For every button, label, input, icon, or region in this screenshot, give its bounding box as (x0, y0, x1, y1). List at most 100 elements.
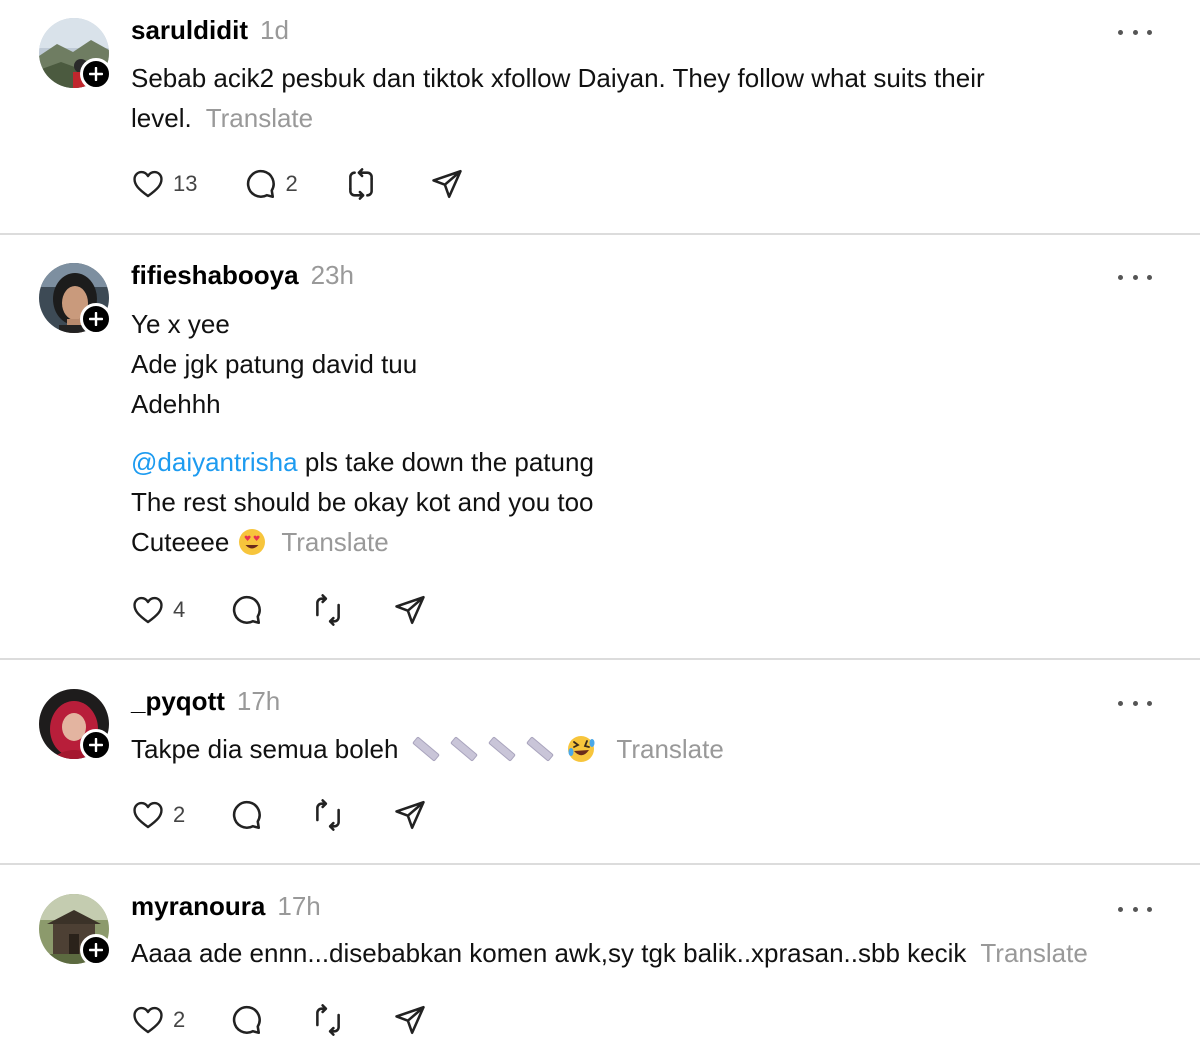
dot (1147, 906, 1152, 912)
dot (1132, 274, 1138, 280)
repost-icon (316, 799, 341, 831)
send-icon (432, 169, 462, 199)
timestamp[interactable]: 17h (277, 891, 320, 922)
like-button[interactable]: 13 (131, 167, 197, 201)
action-bar: 4 (131, 592, 427, 628)
translate-link[interactable]: Translate (206, 103, 313, 133)
speech-bubble-icon (233, 1005, 262, 1035)
dot (1147, 29, 1152, 35)
reply-button[interactable] (229, 798, 263, 832)
text-line-content: Aaaa ade ennn...disebabkan komen awk,sy … (131, 938, 967, 968)
reply-button[interactable] (229, 593, 263, 627)
more-options-button[interactable] (1118, 267, 1152, 287)
plus-icon (89, 943, 103, 957)
ruler-emoji-icon (448, 733, 480, 765)
heart-eyes-emoji-icon (237, 527, 267, 557)
more-options-button[interactable] (1118, 899, 1152, 919)
plus-icon (89, 738, 103, 752)
speech-bubble-icon (233, 595, 262, 625)
avatar-container[interactable] (39, 263, 112, 335)
heart-icon (133, 596, 163, 624)
post-header: saruldidit 1d (131, 15, 289, 49)
like-count: 4 (173, 597, 186, 622)
dot (1132, 906, 1138, 912)
like-count: 2 (173, 802, 186, 827)
repost-icon (348, 168, 373, 200)
timestamp[interactable]: 23h (311, 260, 354, 291)
timestamp[interactable]: 1d (260, 15, 289, 46)
follow-button[interactable] (80, 934, 112, 966)
heart-icon (133, 1006, 163, 1034)
like-count: 13 (173, 171, 198, 196)
action-bar: 13 2 (131, 166, 464, 202)
post-saruldidit: saruldidit 1d Sebab acik2 pesbuk dan tik… (0, 0, 1200, 233)
translate-link[interactable]: Translate (281, 527, 388, 557)
repost-button[interactable] (311, 1003, 345, 1037)
text-line: Ade jgk patung david tuu (131, 349, 418, 379)
post-myranoura: myranoura 17h Aaaa ade ennn...disebabkan… (0, 865, 1200, 1055)
avatar-container[interactable] (39, 689, 112, 761)
dot (1118, 700, 1123, 706)
dot (1147, 274, 1152, 280)
timestamp[interactable]: 17h (237, 686, 280, 717)
ruler-emoji-icon (486, 733, 518, 765)
speech-bubble-icon (247, 169, 276, 199)
share-button[interactable] (393, 1003, 427, 1037)
action-bar: 2 (131, 1002, 427, 1038)
more-options-button[interactable] (1118, 22, 1152, 42)
reply-button[interactable]: 2 (243, 167, 298, 201)
avatar-container[interactable] (39, 894, 112, 966)
send-icon (395, 1005, 425, 1035)
text-line-content: pls take down the patung (297, 447, 594, 477)
send-icon (395, 800, 425, 830)
username[interactable]: saruldidit (131, 15, 248, 46)
post-text: Aaaa ade ennn...disebabkan komen awk,sy … (131, 933, 1181, 973)
like-button[interactable]: 2 (131, 1003, 185, 1037)
share-button[interactable] (430, 167, 464, 201)
post-fifieshabooya: fifieshabooya 23h Ye x yee Ade jgk patun… (0, 235, 1200, 658)
text-line: Ye x yee (131, 309, 230, 339)
text-line: The rest should be okay kot and you too (131, 487, 594, 517)
translate-link[interactable]: Translate (980, 938, 1087, 968)
like-button[interactable]: 4 (131, 593, 185, 627)
repost-icon (316, 594, 341, 626)
post-_pyqott: _pyqott 17h Takpe dia semua boleh Transla… (0, 660, 1200, 863)
speech-bubble-icon (233, 800, 262, 830)
post-text: Sebab acik2 pesbuk dan tiktok xfollow Da… (131, 58, 1181, 138)
text-line: Takpe dia semua boleh Translate (131, 729, 1181, 769)
post-header: _pyqott 17h (131, 686, 280, 720)
follow-button[interactable] (80, 303, 112, 335)
post-text: Takpe dia semua boleh Translate (131, 729, 1181, 769)
share-button[interactable] (393, 593, 427, 627)
avatar-container[interactable] (39, 18, 112, 90)
share-button[interactable] (393, 798, 427, 832)
username[interactable]: fifieshabooya (131, 260, 299, 291)
more-options-button[interactable] (1118, 693, 1152, 713)
reply-button[interactable] (229, 1003, 263, 1037)
dot (1118, 906, 1123, 912)
repost-icon (316, 1004, 341, 1036)
action-bar: 2 (131, 797, 427, 833)
follow-button[interactable] (80, 729, 112, 761)
follow-button[interactable] (80, 58, 112, 90)
username[interactable]: myranoura (131, 891, 265, 922)
like-count: 2 (173, 1007, 186, 1032)
plus-icon (89, 67, 103, 81)
username[interactable]: _pyqott (131, 686, 225, 717)
translate-link[interactable]: Translate (616, 734, 723, 764)
post-text: Ye x yee Ade jgk patung david tuu Adehhh… (131, 304, 1181, 562)
dot (1118, 274, 1123, 280)
text-line-content: level. (131, 103, 192, 133)
text-line: @daiyantrisha pls take down the patung (131, 442, 1181, 482)
text-line: Aaaa ade ennn...disebabkan komen awk,sy … (131, 933, 1181, 973)
heart-icon (133, 801, 163, 829)
ruler-emoji-icon (410, 733, 442, 765)
repost-button[interactable] (344, 167, 378, 201)
repost-button[interactable] (311, 798, 345, 832)
repost-button[interactable] (311, 593, 345, 627)
mention-link[interactable]: @daiyantrisha (131, 447, 298, 477)
text-line: Adehhh (131, 389, 221, 419)
like-button[interactable]: 2 (131, 798, 185, 832)
dot (1132, 700, 1138, 706)
